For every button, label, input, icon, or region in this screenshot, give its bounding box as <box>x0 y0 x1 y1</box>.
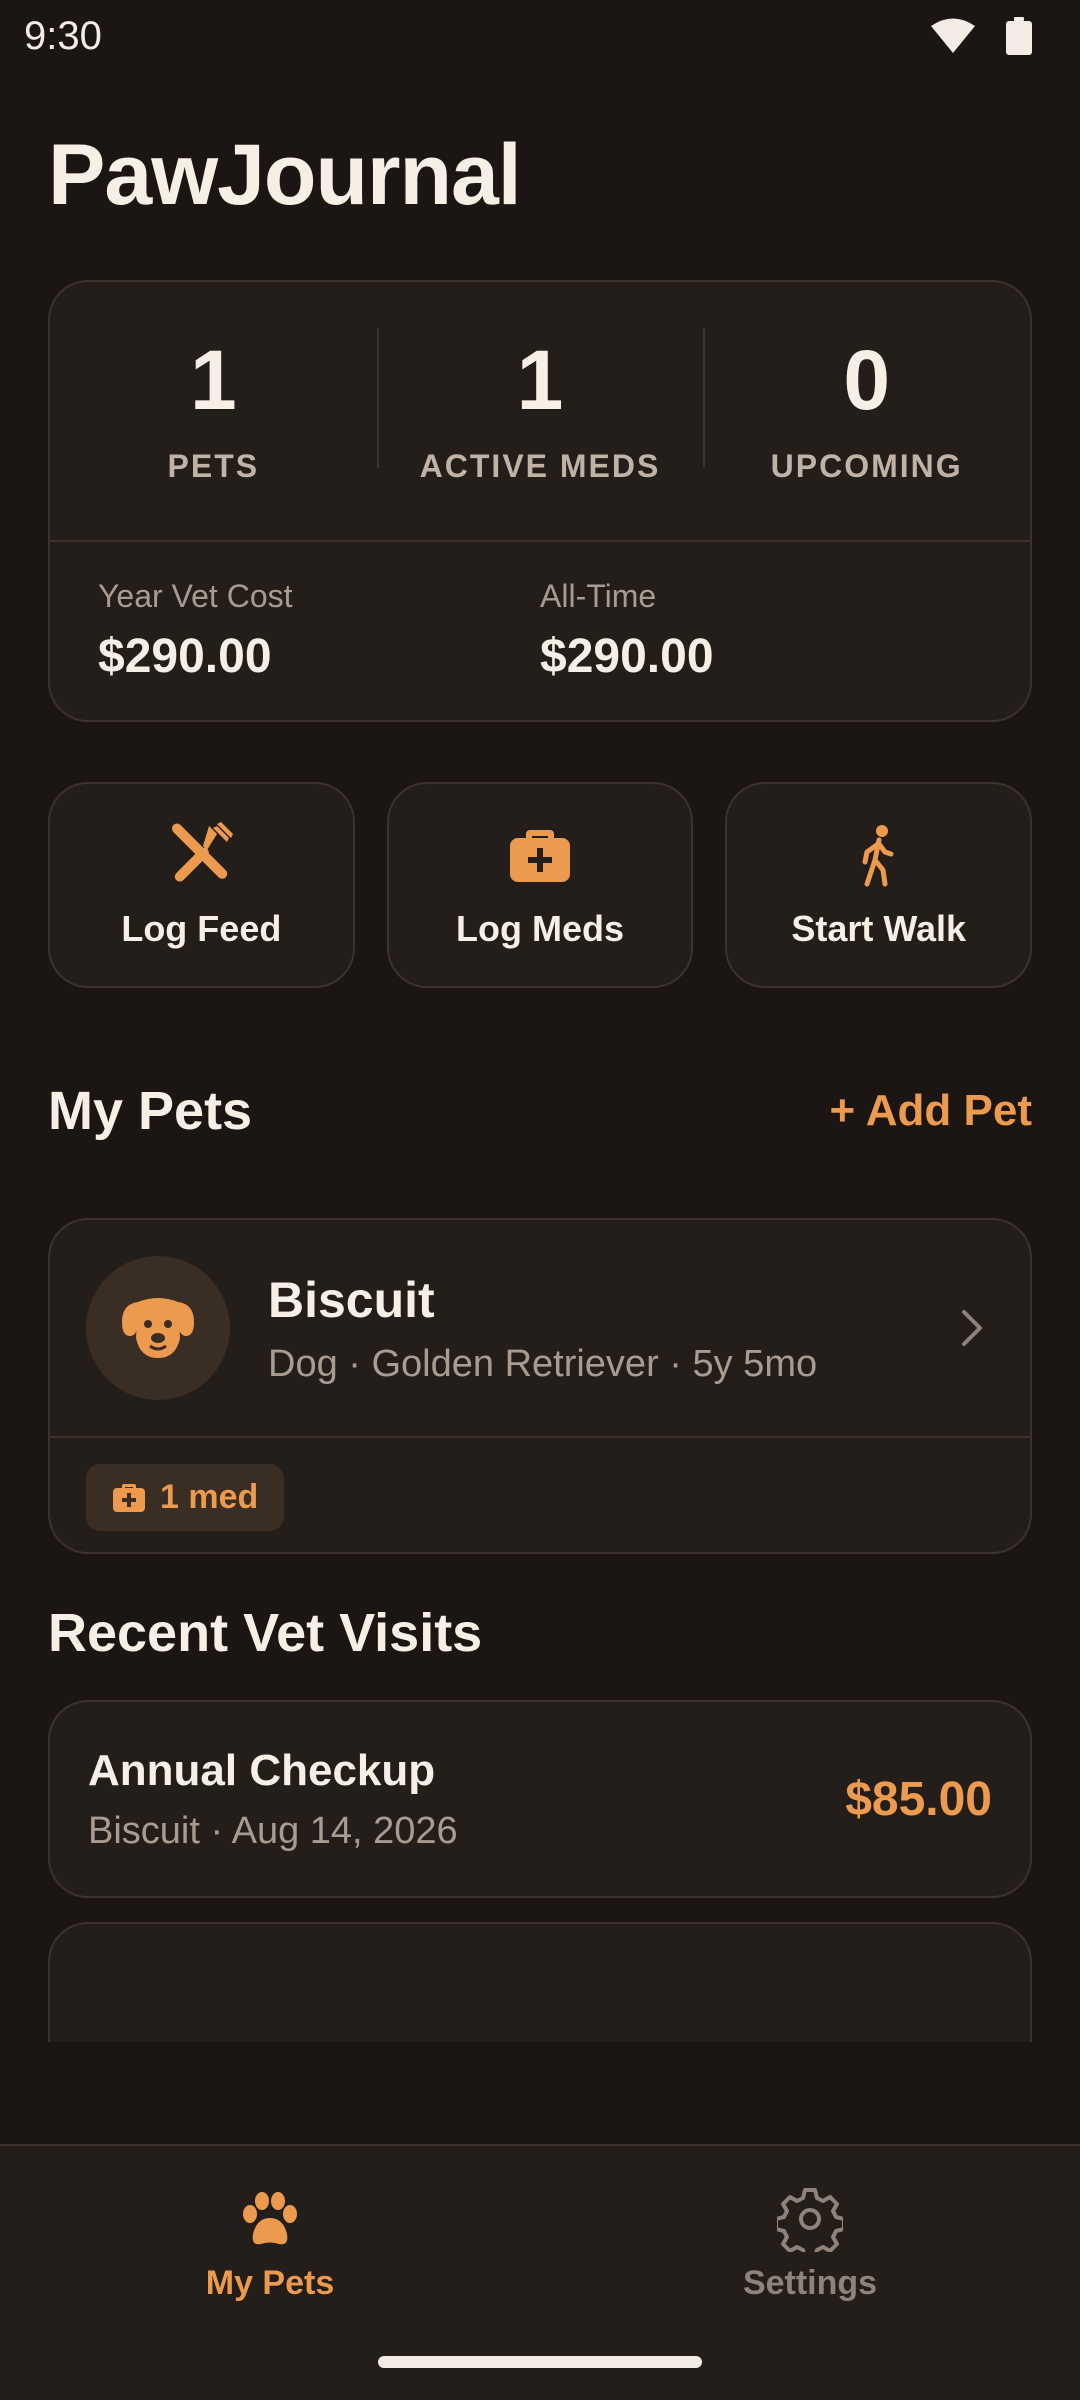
action-label: Start Walk <box>791 908 967 949</box>
visit-details: Biscuit · Aug 14, 2026 <box>88 1809 458 1852</box>
medkit-icon <box>113 1483 145 1512</box>
stat-pets: 1 PETS <box>50 338 377 485</box>
nav-label: Settings <box>742 2264 878 2302</box>
pet-details: Dog · Golden Retriever · 5y 5mo <box>268 1342 818 1385</box>
action-label: Log Feed <box>121 908 282 949</box>
my-pets-header: My Pets + Add Pet <box>48 1080 1032 1142</box>
med-count-badge: 1 med <box>86 1464 285 1531</box>
cost-label: All-Time <box>540 578 657 614</box>
visit-cost: $85.00 <box>845 1772 992 1826</box>
section-title: My Pets <box>48 1081 253 1141</box>
battery-icon <box>1006 17 1032 55</box>
avatar <box>86 1256 230 1400</box>
app-title: PawJournal <box>48 127 522 223</box>
walking-icon <box>862 825 894 887</box>
medkit-icon <box>510 830 570 882</box>
status-icons <box>930 17 1032 55</box>
summary-card: 1 PETS 1 ACTIVE MEDS 0 UPCOMING Year Vet… <box>48 280 1032 722</box>
status-bar: 9:30 <box>0 0 1080 72</box>
start-walk-button[interactable]: Start Walk <box>725 782 1033 988</box>
stat-active-meds: 1 ACTIVE MEDS <box>376 327 704 485</box>
section-title: Recent Vet Visits <box>48 1603 483 1663</box>
gear-icon <box>777 2188 843 2252</box>
med-badge-label: 1 med <box>160 1478 259 1516</box>
year-vet-cost: Year Vet Cost $290.00 <box>98 578 540 684</box>
pet-card-main: Biscuit Dog · Golden Retriever · 5y 5mo <box>50 1220 1030 1438</box>
cost-label: Year Vet Cost <box>98 578 293 614</box>
stat-value: 0 <box>843 332 891 427</box>
pet-card[interactable]: Biscuit Dog · Golden Retriever · 5y 5mo … <box>48 1218 1032 1554</box>
pet-card-footer: 1 med <box>50 1438 1030 1557</box>
stat-upcoming: 0 UPCOMING <box>703 327 1030 485</box>
stat-value: 1 <box>189 332 237 427</box>
cost-value: $290.00 <box>98 630 272 683</box>
pet-name: Biscuit <box>268 1271 435 1328</box>
home-indicator[interactable] <box>378 2356 702 2368</box>
cost-row: Year Vet Cost $290.00 All-Time $290.00 <box>50 542 1030 684</box>
nav-label: My Pets <box>205 2264 335 2302</box>
cost-value: $290.00 <box>540 630 714 683</box>
vet-visits-header: Recent Vet Visits <box>48 1602 1032 1664</box>
vet-visit-card-partial[interactable] <box>48 1922 1032 2042</box>
quick-actions: Log Feed Log Meds Start Walk <box>48 782 1033 988</box>
visit-title: Annual Checkup <box>88 1745 436 1795</box>
paw-icon <box>243 2192 297 2245</box>
utensils-icon <box>172 822 234 882</box>
wifi-icon <box>931 18 975 53</box>
log-meds-button[interactable]: Log Meds <box>386 782 694 988</box>
add-pet-button[interactable]: + Add Pet <box>829 1086 1032 1136</box>
stat-label: ACTIVE MEDS <box>419 447 661 484</box>
all-time-vet-cost: All-Time $290.00 <box>540 578 982 684</box>
dog-icon <box>122 1298 194 1358</box>
action-label: Log Meds <box>456 908 624 949</box>
chevron-right-icon <box>962 1310 982 1346</box>
visit-info: Annual Checkup Biscuit · Aug 14, 2026 <box>88 1746 458 1853</box>
stat-value: 1 <box>516 332 564 427</box>
pet-info: Biscuit Dog · Golden Retriever · 5y 5mo <box>268 1271 950 1386</box>
vet-visit-card[interactable]: Annual Checkup Biscuit · Aug 14, 2026 $8… <box>48 1700 1032 1898</box>
status-time: 9:30 <box>24 13 102 58</box>
vet-visit-card <box>48 1922 1032 2042</box>
stat-label: UPCOMING <box>770 447 963 484</box>
stat-label: PETS <box>167 447 260 484</box>
log-feed-button[interactable]: Log Feed <box>48 782 355 988</box>
stats-row: 1 PETS 1 ACTIVE MEDS 0 UPCOMING <box>50 282 1030 542</box>
